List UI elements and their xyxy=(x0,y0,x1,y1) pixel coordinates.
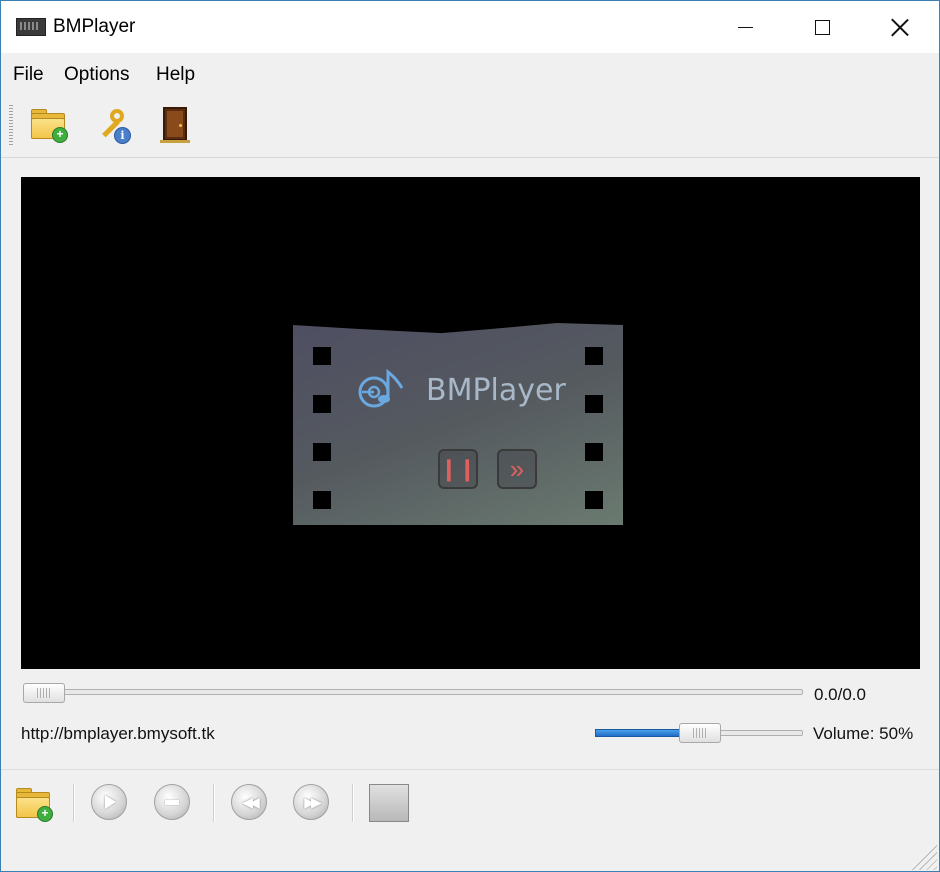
logo-pause-icon: ❙❙ xyxy=(438,449,478,489)
separator xyxy=(73,784,75,822)
open-folder-button[interactable]: + xyxy=(28,105,68,145)
stop-button[interactable] xyxy=(154,784,190,820)
music-note-icon xyxy=(358,368,404,408)
film-strip-icon xyxy=(16,18,46,36)
separator xyxy=(352,784,354,822)
grip-icon xyxy=(37,688,51,698)
fullscreen-button[interactable] xyxy=(369,784,409,822)
add-file-button[interactable]: + xyxy=(13,784,53,824)
fast-forward-icon: ▶▶ xyxy=(304,793,321,810)
film-strip-logo: BMPlayer ❙❙ » xyxy=(293,323,623,525)
grip-icon xyxy=(693,728,707,738)
exit-button[interactable] xyxy=(155,105,195,145)
menu-file[interactable]: File xyxy=(13,64,44,86)
seek-slider-handle[interactable] xyxy=(23,683,65,703)
website-link[interactable]: http://bmplayer.bmysoft.tk xyxy=(21,724,215,744)
rewind-button[interactable]: ◀◀ xyxy=(231,784,267,820)
close-button[interactable] xyxy=(861,1,939,53)
toolbar: + i xyxy=(1,93,939,158)
sprocket-hole xyxy=(585,395,603,413)
maximize-icon xyxy=(814,19,830,35)
volume-slider-handle[interactable] xyxy=(679,723,721,743)
menu-options[interactable]: Options xyxy=(64,64,129,86)
playback-controls: + ◀◀ ▶▶ xyxy=(1,769,939,871)
play-button[interactable] xyxy=(91,784,127,820)
volume-label: Volume xyxy=(813,724,879,743)
sprocket-hole xyxy=(585,347,603,365)
menu-bar: File Options Help xyxy=(1,53,939,93)
seek-slider-track[interactable] xyxy=(25,689,803,695)
sprocket-hole xyxy=(585,443,603,461)
window-title: BMPlayer xyxy=(53,16,136,37)
stop-icon xyxy=(155,785,189,819)
rewind-icon: ◀◀ xyxy=(242,793,259,810)
toolbar-grip[interactable] xyxy=(9,105,13,145)
volume-readout: Volume50% xyxy=(813,724,913,744)
video-display[interactable]: BMPlayer ❙❙ » xyxy=(21,177,920,669)
registration-button[interactable]: i xyxy=(92,105,132,145)
fast-forward-button[interactable]: ▶▶ xyxy=(293,784,329,820)
separator xyxy=(213,784,215,822)
pause-glyph: ❙❙ xyxy=(439,456,477,481)
play-icon xyxy=(92,785,126,819)
time-display: 0.0/0.0 xyxy=(814,685,866,704)
forward-glyph: » xyxy=(509,453,525,484)
resize-grip[interactable] xyxy=(911,844,937,870)
minimize-icon xyxy=(737,26,753,28)
volume-value: 50% xyxy=(879,724,914,743)
title-bar[interactable]: BMPlayer xyxy=(1,1,939,53)
close-icon xyxy=(891,18,909,36)
menu-help[interactable]: Help xyxy=(156,64,195,86)
sprocket-hole xyxy=(313,395,331,413)
sprocket-hole xyxy=(313,347,331,365)
sprocket-hole xyxy=(313,491,331,509)
maximize-button[interactable] xyxy=(783,1,861,53)
sprocket-hole xyxy=(313,443,331,461)
app-window: BMPlayer File Options Help + i BMPlayer … xyxy=(0,0,940,872)
logo-forward-icon: » xyxy=(497,449,537,489)
minimize-button[interactable] xyxy=(706,1,784,53)
logo-text: BMPlayer xyxy=(426,373,566,408)
sprocket-hole xyxy=(585,491,603,509)
